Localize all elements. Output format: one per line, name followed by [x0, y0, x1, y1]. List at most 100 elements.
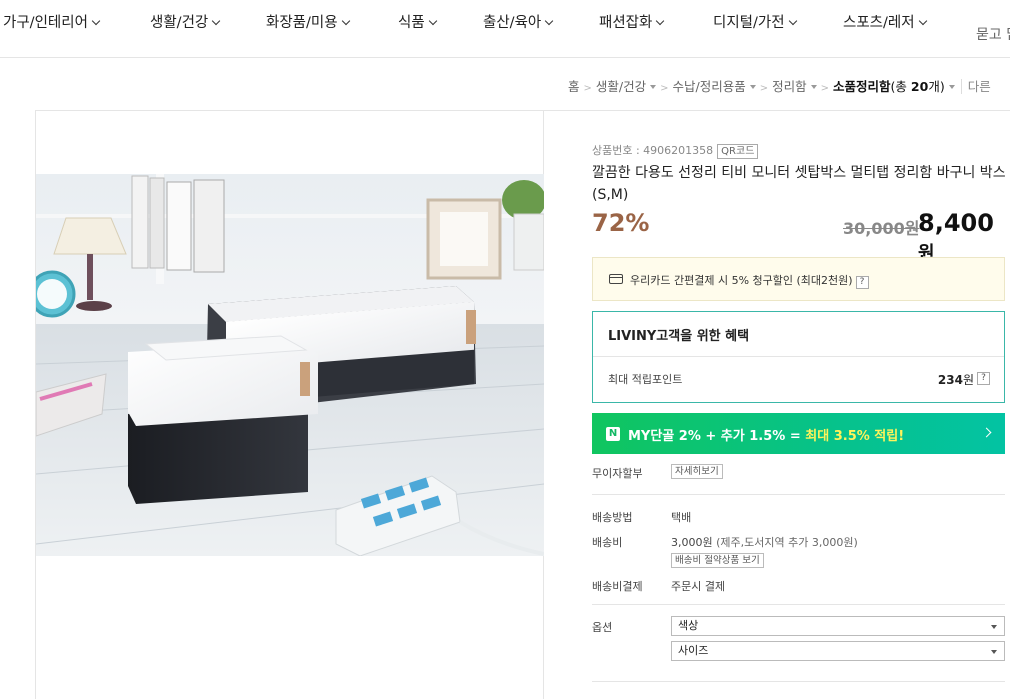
shipping-pay-value: 주문시 결제	[671, 580, 726, 593]
shipping-fee-note: (제주,도서지역 추가 3,000원)	[712, 536, 858, 549]
divider	[593, 356, 1004, 357]
nav-category-furniture[interactable]: 가구/인테리어	[3, 11, 101, 32]
breadcrumb-label: 수납/정리용품	[672, 79, 746, 94]
chevron-down-icon	[656, 16, 665, 26]
card-discount-text: 우리카드 간편결제 시 5% 청구할인 (최대2천원)?	[630, 272, 869, 289]
color-select[interactable]: 색상	[671, 616, 1005, 636]
installment-detail-button[interactable]: 자세히보기	[671, 464, 723, 479]
caret-down-icon	[991, 625, 997, 629]
breadcrumb-count: 20	[910, 79, 929, 94]
breadcrumb-separator: >	[759, 83, 769, 94]
product-info: 상품번호 : 4906201358 QR코드 깔끔한 다용도 선정리 티비 모니터…	[544, 110, 1010, 699]
sale-price-value: 8,400	[918, 209, 994, 237]
breadcrumb-label: 소품정리함	[833, 79, 891, 94]
breadcrumb-home[interactable]: 홈	[568, 76, 580, 95]
breadcrumb-count-suffix: 개)	[928, 79, 945, 94]
max-points-value: 234원	[938, 371, 974, 388]
nav-category-label: 패션잡화	[599, 15, 653, 31]
size-select[interactable]: 사이즈	[671, 641, 1005, 661]
breadcrumb-separator: >	[660, 83, 669, 94]
breadcrumb-count-prefix: (총	[890, 79, 911, 94]
breadcrumb-other[interactable]: 다른	[960, 79, 991, 94]
nav-category-label: 식품	[398, 15, 425, 31]
breadcrumb-separator: >	[820, 83, 830, 94]
product-number-label: 상품번호 : 4906201358	[592, 144, 714, 157]
breadcrumb: 홈 > 생활/건강 > 수납/정리용품 > 정리함 > 소품정리함(총 20개) 다른	[568, 76, 991, 95]
category-nav: 가구/인테리어 생활/건강 화장품/미용 식품 출산/육아 패션잡화 디지털/가…	[0, 0, 1010, 58]
help-icon[interactable]: ?	[855, 276, 869, 289]
breadcrumb-label: 생활/건강	[595, 79, 647, 94]
naver-n-icon: N	[606, 427, 620, 441]
installment-label: 무이자할부	[592, 467, 643, 480]
caret-down-icon	[749, 85, 756, 89]
breadcrumb-level3[interactable]: 정리함	[772, 76, 817, 95]
qr-code-button[interactable]: QR코드	[717, 144, 759, 159]
shipping-fee-label: 배송비	[592, 536, 623, 549]
nav-category-beauty[interactable]: 화장품/미용	[266, 11, 350, 32]
product-number: 상품번호 : 4906201358 QR코드	[592, 142, 759, 159]
points-amount: 234	[937, 373, 963, 387]
max-points-label: 최대 적립포인트	[608, 373, 683, 386]
nav-category-sports[interactable]: 스포츠/레저	[843, 11, 927, 32]
chevron-down-icon	[212, 16, 221, 26]
my-regular-text: MY단골 2% + 추가 1.5% = 최대 3.5% 적립!	[628, 425, 904, 444]
nav-category-baby[interactable]: 출산/육아	[483, 11, 554, 32]
discount-rate: 72%	[592, 209, 650, 237]
divider	[592, 604, 1005, 605]
divider	[592, 494, 1005, 495]
chevron-down-icon	[918, 16, 927, 26]
credit-card-icon	[609, 274, 623, 284]
caret-down-icon	[991, 650, 997, 654]
breadcrumb-current[interactable]: 소품정리함(총 20개)	[833, 76, 955, 95]
original-price: 30,000원	[843, 219, 920, 238]
size-select-value: 사이즈	[678, 644, 709, 657]
nav-category-fashion[interactable]: 패션잡화	[599, 11, 665, 32]
divider	[592, 681, 1005, 682]
card-discount-banner: 우리카드 간편결제 시 5% 청구할인 (최대2천원)?	[592, 257, 1005, 301]
product-title: 깔끔한 다용도 선정리 티비 모니터 셋탑박스 멀티탭 정리함 바구니 박스 (…	[592, 165, 1006, 203]
benefit-title: LIVINY고객을 위한 혜택	[608, 329, 750, 344]
caret-down-icon	[948, 85, 955, 89]
nav-category-label: 출산/육아	[483, 15, 542, 31]
nav-category-label: 화장품/미용	[266, 15, 338, 31]
chevron-down-icon	[545, 16, 554, 26]
shipping-method-value: 택배	[671, 511, 692, 524]
nav-category-label: 가구/인테리어	[3, 15, 88, 31]
my-regular-banner[interactable]: N MY단골 2% + 추가 1.5% = 최대 3.5% 적립!	[592, 413, 1005, 454]
shipping-method-label: 배송방법	[592, 511, 633, 524]
shipping-fee-amount: 3,000원	[671, 536, 713, 549]
chevron-down-icon	[788, 16, 797, 26]
caret-down-icon	[810, 85, 817, 89]
shipping-pay-label: 배송비결제	[592, 580, 643, 593]
nav-category-label: 스포츠/레저	[843, 15, 915, 31]
product-gallery	[35, 110, 544, 699]
points-unit: 원	[962, 373, 974, 387]
my-regular-highlight: 최대 3.5% 적립!	[805, 429, 905, 444]
installment-value: 자세히보기	[671, 464, 723, 479]
nav-category-digital[interactable]: 디지털/가전	[713, 11, 797, 32]
color-select-value: 색상	[678, 619, 699, 632]
shipping-fee-value: 3,000원 (제주,도서지역 추가 3,000원)	[671, 534, 858, 550]
shipping-save-wrap: 배송비 절약상품 보기	[671, 553, 764, 568]
shipping-save-button[interactable]: 배송비 절약상품 보기	[671, 553, 764, 568]
my-regular-main: MY단골 2% + 추가 1.5% =	[628, 429, 806, 444]
chevron-down-icon	[91, 16, 101, 26]
nav-category-label: 디지털/가전	[713, 15, 785, 31]
nav-category-label: 생활/건강	[150, 15, 209, 31]
card-discount-label: 우리카드 간편결제 시 5% 청구할인 (최대2천원)	[630, 274, 853, 287]
breadcrumb-label: 정리함	[772, 79, 807, 94]
qna-link[interactable]: 묻고 답	[976, 24, 1010, 44]
nav-category-food[interactable]: 식품	[398, 11, 437, 32]
chevron-down-icon	[341, 16, 350, 26]
breadcrumb-level2[interactable]: 수납/정리용품	[673, 76, 756, 95]
product-image[interactable]	[36, 174, 544, 556]
option-label: 옵션	[592, 621, 613, 634]
nav-category-living[interactable]: 생활/건강	[150, 11, 221, 32]
breadcrumb-level1[interactable]: 생활/건강	[595, 76, 657, 95]
customer-benefit-box: LIVINY고객을 위한 혜택 최대 적립포인트 234원 ?	[592, 311, 1005, 403]
help-icon[interactable]: ?	[977, 372, 990, 385]
chevron-down-icon	[428, 16, 437, 26]
breadcrumb-separator: >	[583, 83, 592, 94]
caret-down-icon	[650, 85, 657, 89]
chevron-right-icon	[981, 427, 992, 438]
